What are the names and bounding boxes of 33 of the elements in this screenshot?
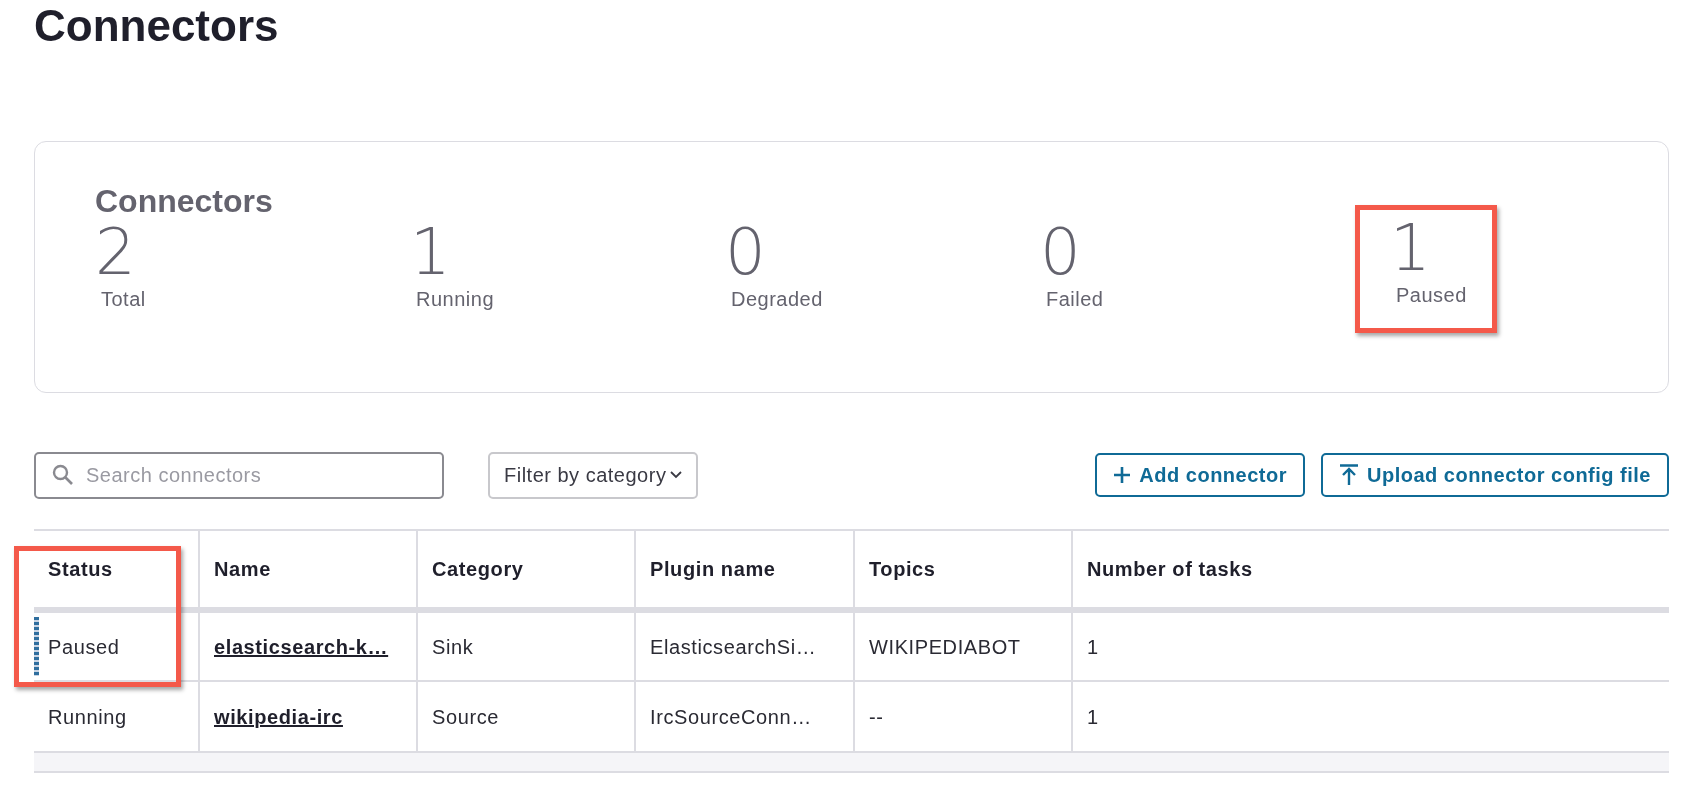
plus-icon [1113, 466, 1132, 484]
status-cell: Paused [34, 610, 199, 681]
stat-value: 2 [95, 220, 137, 285]
upload-button[interactable]: Upload connector config file [1321, 453, 1669, 497]
table-cell: IrcSourceConn… [635, 681, 854, 752]
table-cell: -- [854, 681, 1072, 752]
column-header: Topics [854, 530, 1072, 610]
stat-value: 0 [1040, 220, 1082, 285]
chevron-down-icon [670, 471, 683, 479]
column-header: Plugin name [635, 530, 854, 610]
stat-label: Running [415, 287, 495, 313]
column-header: Number of tasks [1072, 530, 1669, 610]
page-title: Connectors [34, 0, 280, 48]
upload-icon [1339, 464, 1359, 486]
status-cell: Running [34, 681, 199, 752]
card-title: Connectors [95, 182, 274, 221]
filter-dropdown[interactable]: Filter by category [488, 451, 699, 499]
stat-label: Paused [1395, 283, 1467, 309]
stat-label: Degraded [730, 287, 824, 313]
stat-value: 0 [725, 220, 767, 285]
column-header: Status [34, 530, 199, 610]
add-button[interactable]: Add connector [1095, 453, 1305, 497]
search-field[interactable]: Search connectors [34, 451, 444, 499]
connector-link[interactable]: wikipedia-irc [214, 705, 343, 728]
stat-label: Total [100, 287, 147, 313]
connector-link[interactable]: elasticsearch-k… [214, 635, 389, 658]
stat-value: 1 [410, 220, 452, 285]
column-header: Name [199, 530, 417, 610]
table-cell: Source [417, 681, 635, 752]
column-header: Category [417, 530, 635, 610]
stat-label: Failed [1045, 287, 1105, 313]
stat-value: 1 [1390, 216, 1432, 281]
table-cell: 1 [1072, 681, 1669, 752]
